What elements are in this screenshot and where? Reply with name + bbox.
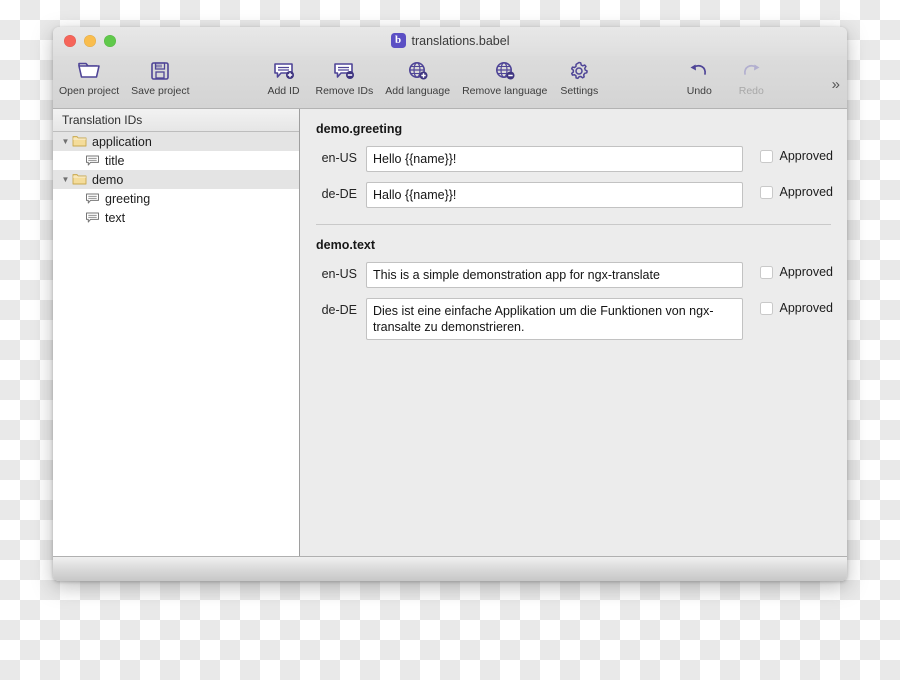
section-title: demo.text [316,238,376,252]
tree-item-demo[interactable]: ▼ demo [53,170,299,189]
toolbar-label: Remove language [462,85,548,97]
window-titlebar[interactable]: b translations.babel [53,27,847,56]
section-title: demo.greeting [316,122,403,136]
translation-input[interactable]: Hello {{name}}! [366,146,744,172]
approved-label: Approved [779,265,833,279]
translation-editor-pane: demo.greeting en-US Hello {{name}}! Appr… [300,109,847,556]
sidebar: Translation IDs ▼ application title ▼ de… [53,109,300,556]
toolbar-label: Add language [385,85,451,97]
remove-ids-button[interactable]: Remove IDs [310,56,380,97]
app-window: b translations.babel Open project Save p… [53,27,847,581]
add-id-button[interactable]: Add ID [258,56,310,97]
redo-arrow-icon [738,58,764,84]
tree-item-greeting[interactable]: greeting [53,189,299,208]
remove-language-button[interactable]: Remove language [456,56,553,97]
language-label: de-DE [321,303,357,317]
main-toolbar: Open project Save project Add ID Remove … [53,56,847,109]
window-body: Translation IDs ▼ application title ▼ de… [53,109,847,556]
translation-input[interactable]: Dies ist eine einfache Applikation um di… [366,298,744,340]
approved-group[interactable]: Approved [760,298,833,315]
translation-row: en-US This is a simple demonstration app… [314,262,833,288]
window-title-group: b translations.babel [53,33,847,48]
speech-bubble-icon [85,211,103,224]
approved-label: Approved [779,185,833,199]
minimize-button[interactable] [84,35,96,47]
toolbar-group-history: Undo Redo [673,56,777,97]
tree-item-text[interactable]: text [53,208,299,227]
approved-checkbox[interactable] [760,149,774,163]
zoom-button[interactable] [104,35,116,47]
window-statusbar [53,556,847,581]
toolbar-group-project: Open project Save project [53,56,196,97]
chevron-down-icon[interactable]: ▼ [59,175,72,184]
speech-bubble-minus-icon [331,58,357,84]
folder-icon [72,135,90,148]
translation-row: en-US Hello {{name}}! Approved [314,146,833,172]
speech-bubble-plus-icon [271,58,297,84]
toolbar-label: Save project [131,85,190,97]
chevron-down-icon[interactable]: ▼ [59,137,72,146]
close-button[interactable] [64,35,76,47]
language-label: de-DE [321,187,357,201]
window-title: translations.babel [411,33,510,48]
language-label: en-US [321,267,357,281]
approved-checkbox[interactable] [760,185,774,199]
open-folder-icon [76,58,102,84]
folder-icon [72,173,90,186]
floppy-disk-icon [148,58,172,84]
translation-row: de-DE Hallo {{name}}! Approved [314,182,833,208]
tree-item-label: title [105,153,125,168]
babel-app-icon: b [390,33,406,48]
redo-button[interactable]: Redo [725,56,777,97]
approved-group[interactable]: Approved [760,182,833,199]
translation-input[interactable]: Hallo {{name}}! [366,182,744,208]
language-label: en-US [321,151,357,165]
toolbar-label: Open project [59,85,120,97]
approved-checkbox[interactable] [760,301,774,315]
globe-minus-icon [492,58,518,84]
speech-bubble-icon [85,192,103,205]
toolbar-label: Undo [686,85,712,97]
save-project-button[interactable]: Save project [125,56,195,97]
tree-item-label: text [105,210,126,225]
tree-item-label: greeting [105,191,151,206]
undo-button[interactable]: Undo [673,56,725,97]
toolbar-group-edit: Add ID Remove IDs Add language Remove la… [258,56,606,97]
approved-group[interactable]: Approved [760,262,833,279]
translation-row: de-DE Dies ist eine einfache Applikation… [314,298,833,340]
settings-button[interactable]: Settings [553,56,605,97]
tree-item-label: demo [92,172,124,187]
sidebar-header: Translation IDs [53,109,299,132]
add-language-button[interactable]: Add language [379,56,456,97]
toolbar-label: Redo [738,85,764,97]
section-divider [316,224,831,225]
toolbar-label: Add ID [267,85,300,97]
toolbar-label: Remove IDs [315,85,374,97]
translation-section: demo.text en-US This is a simple demonst… [300,238,847,340]
tree-item-application[interactable]: ▼ application [53,132,299,151]
tree-item-label: application [92,134,152,149]
traffic-lights [64,35,116,47]
toolbar-overflow-chevron[interactable]: » [832,76,840,93]
undo-arrow-icon [686,58,712,84]
globe-plus-icon [405,58,431,84]
tree-item-title[interactable]: title [53,151,299,170]
translation-section: demo.greeting en-US Hello {{name}}! Appr… [300,122,847,225]
approved-group[interactable]: Approved [760,146,833,163]
approved-checkbox[interactable] [760,265,774,279]
translation-input[interactable]: This is a simple demonstration app for n… [366,262,744,288]
open-project-button[interactable]: Open project [53,56,125,97]
approved-label: Approved [779,301,833,315]
gear-icon [567,58,591,84]
toolbar-label: Settings [560,85,599,97]
translation-id-tree: ▼ application title ▼ demo greeting text [53,132,299,556]
approved-label: Approved [779,149,833,163]
speech-bubble-icon [85,154,103,167]
